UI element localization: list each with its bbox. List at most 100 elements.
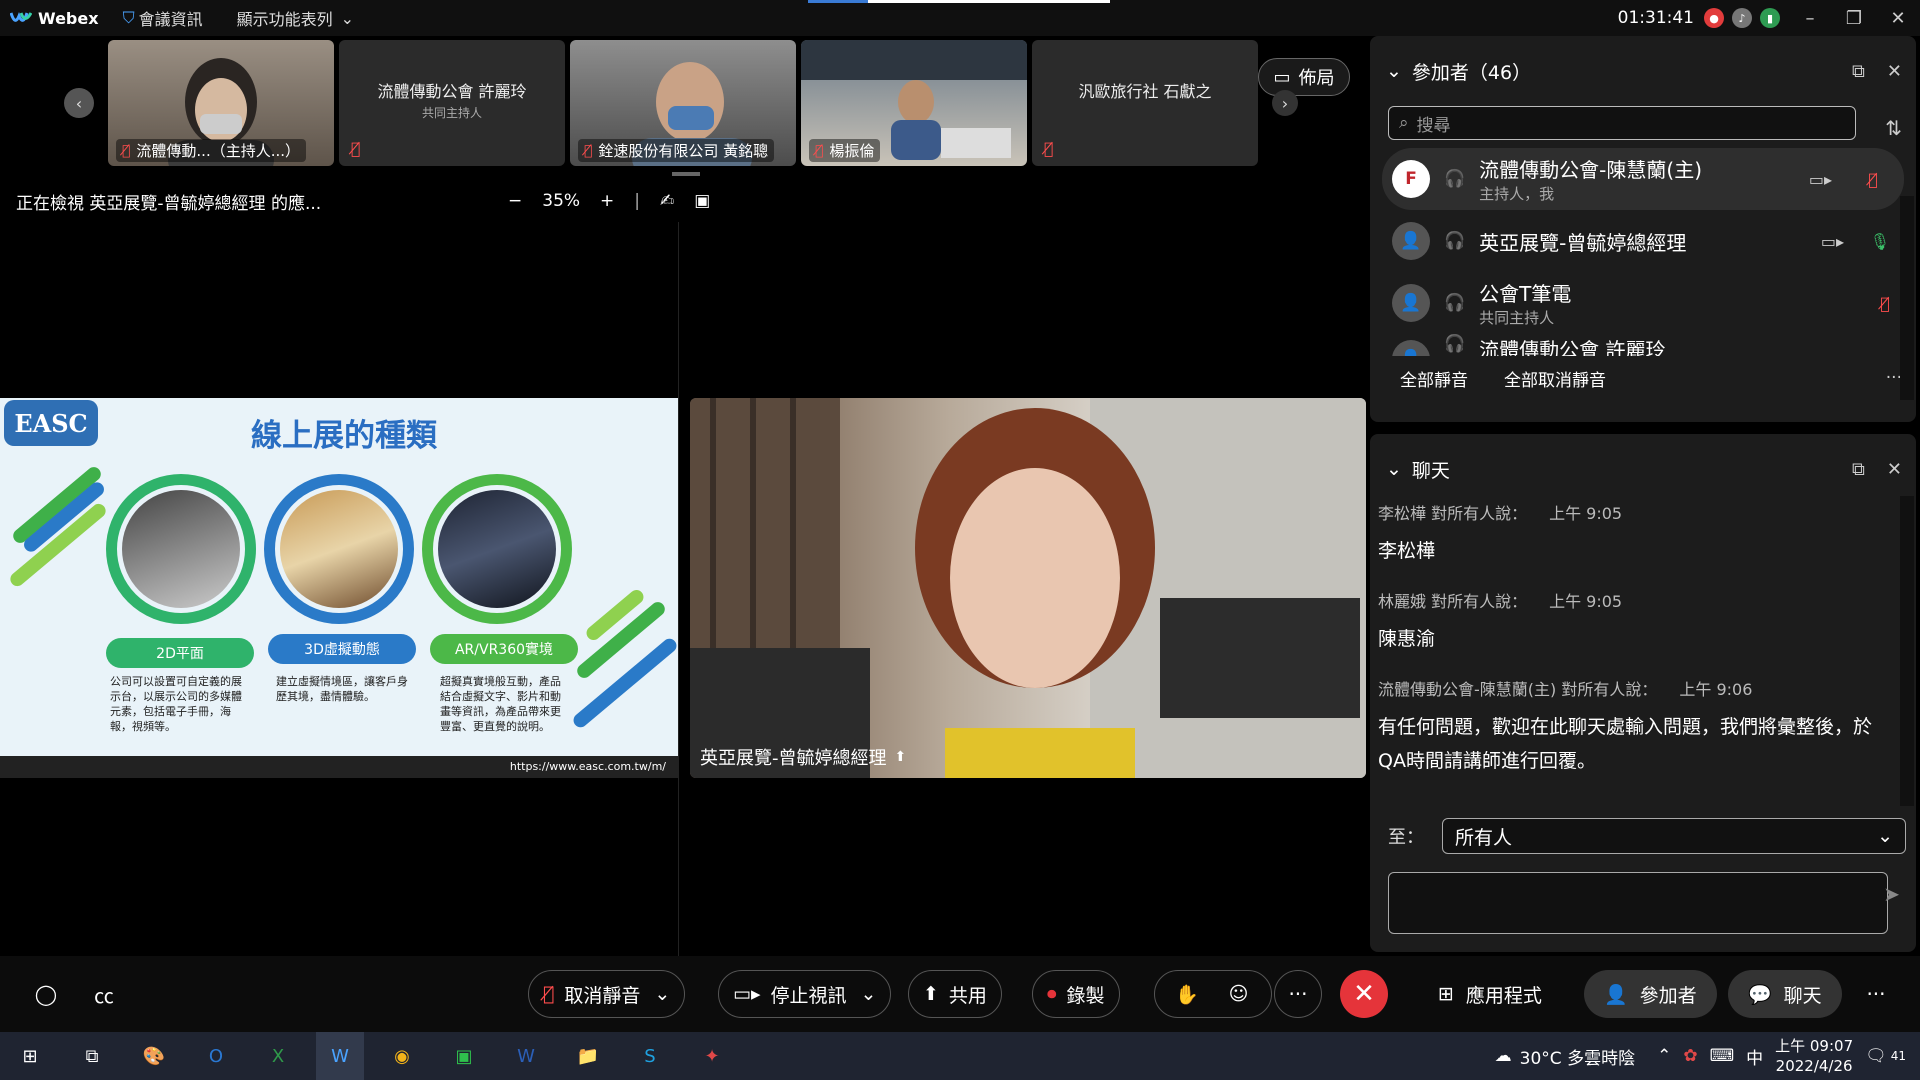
tray-chevron-icon[interactable]: ⌃ bbox=[1657, 1046, 1671, 1066]
reactions-group: ✋ ☺ bbox=[1154, 970, 1272, 1018]
chat-button[interactable]: 💬 聊天 bbox=[1728, 970, 1842, 1018]
zoom-in-button[interactable]: + bbox=[600, 191, 614, 211]
apps-button[interactable]: ⊞ 應用程式 bbox=[1418, 970, 1562, 1018]
ime-indicator[interactable]: 中 bbox=[1746, 1044, 1763, 1069]
close-panel-icon[interactable]: ✕ bbox=[1887, 61, 1902, 82]
person-icon: 👤 bbox=[1604, 983, 1628, 1006]
type-desc-2d: 公司可以設置可自定義的展示台，以展示公司的多媒體元素，包括電子手冊，海報，視頻等… bbox=[110, 675, 242, 733]
line-app-icon[interactable]: ▣ bbox=[440, 1032, 488, 1080]
unmute-all-button[interactable]: 全部取消靜音 bbox=[1504, 366, 1606, 391]
pinned-app-icon[interactable]: ✦ bbox=[688, 1032, 736, 1080]
raise-hand-icon[interactable]: ✋ bbox=[1175, 983, 1199, 1006]
webex-app-icon[interactable]: W bbox=[316, 1032, 364, 1080]
strip-next-button[interactable]: › bbox=[1272, 90, 1298, 116]
participant-row[interactable]: 👤 🎧 流體傳動公會 許麗玲 bbox=[1370, 334, 1916, 356]
chevron-right-icon: › bbox=[1281, 93, 1289, 113]
mute-all-button[interactable]: 全部靜音 bbox=[1400, 366, 1468, 391]
stop-video-button[interactable]: ▭▸ 停止視訊 ⌄ bbox=[718, 970, 892, 1018]
chrome-app-icon[interactable]: ◉ bbox=[378, 1032, 426, 1080]
video-tile-participant[interactable]: 🎙̸ 銓速股份有限公司 黃銘聰 bbox=[570, 40, 796, 166]
mic-muted-icon[interactable]: 🎙̸ bbox=[1868, 170, 1878, 189]
chat-scrollbar[interactable] bbox=[1900, 496, 1914, 806]
captions-icon[interactable]: ㏄ bbox=[80, 970, 128, 1018]
mic-muted-icon[interactable]: 🎙̸ bbox=[1880, 294, 1890, 313]
participant-row[interactable]: 👤 🎧 英亞展覽-曾毓婷總經理 ▭▸ 🎙 bbox=[1370, 210, 1916, 272]
chat-message: 林麗娥 對所有人說： 上午 9:05 陳惠渝 bbox=[1378, 588, 1916, 656]
deco-stripe bbox=[570, 635, 678, 731]
video-tile-participant[interactable]: 🎙̸ 楊振倫 bbox=[801, 40, 1027, 166]
video-icon[interactable]: ▭▸ bbox=[1809, 170, 1832, 189]
unmute-button[interactable]: 🎙̸ 取消靜音 ⌄ bbox=[528, 970, 686, 1018]
skype-app-icon[interactable]: S bbox=[626, 1032, 674, 1080]
participant-row[interactable]: 👤 🎧 公會T筆電 共同主持人 🎙̸ bbox=[1370, 272, 1916, 334]
recipient-select[interactable]: 所有人 ⌄ bbox=[1442, 818, 1906, 854]
participants-label: 參加者 bbox=[1639, 984, 1697, 1007]
share-button[interactable]: ⬆ 共用 bbox=[908, 970, 1002, 1018]
word-app-icon[interactable]: W bbox=[502, 1032, 550, 1080]
message-body: 陳惠渝 bbox=[1378, 628, 1436, 650]
windows-start-icon[interactable]: ⊞ bbox=[6, 1032, 54, 1080]
close-window-icon[interactable]: ✕ bbox=[1876, 0, 1920, 36]
task-view-icon[interactable]: ⧉ bbox=[68, 1032, 116, 1080]
message-sender: 李松樺 對所有人說： bbox=[1378, 504, 1528, 523]
video-tile-cohost[interactable]: 流體傳動公會 許麗玲 共同主持人 🎙̸ bbox=[339, 40, 565, 166]
share-view-bar: 正在檢視 英亞展覽-曾毓婷總經理 的應... − 35% + | ✍ ▣ bbox=[0, 180, 710, 222]
sort-icon[interactable]: ⇅ bbox=[1885, 116, 1902, 140]
participant-list: F 🎧 流體傳動公會-陳慧蘭(主) 主持人，我 ▭▸ 🎙̸ 👤 🎧 英亞展覽-曾毓… bbox=[1370, 148, 1916, 356]
weather-text[interactable]: 30°C 多雲時陰 bbox=[1520, 1044, 1635, 1069]
send-icon[interactable]: ➤ bbox=[1883, 882, 1900, 906]
record-button[interactable]: ⏺ 錄製 bbox=[1032, 970, 1120, 1018]
tile-name: 汎歐旅行社 石獻之 bbox=[1078, 82, 1212, 101]
show-menu-button[interactable]: 顯示功能表列 ⌄ bbox=[237, 6, 354, 30]
speaker-video-frame bbox=[690, 398, 1366, 778]
paint-app-icon[interactable]: 🎨 bbox=[130, 1032, 178, 1080]
layout-button[interactable]: ▭ 佈局 bbox=[1258, 58, 1350, 96]
chat-input[interactable] bbox=[1388, 872, 1888, 934]
popout-view-icon[interactable]: ▣ bbox=[694, 191, 710, 211]
participant-scrollbar[interactable] bbox=[1900, 196, 1914, 400]
close-panel-icon[interactable]: ✕ bbox=[1887, 459, 1902, 480]
zoom-controls: − 35% + | ✍ ▣ bbox=[498, 180, 720, 222]
signal-strength-icon[interactable]: ▮ bbox=[1760, 8, 1780, 28]
avatar: 👤 bbox=[1392, 284, 1430, 322]
tray-app-icon[interactable]: ✿ bbox=[1683, 1046, 1697, 1066]
record-label: 錄製 bbox=[1066, 984, 1105, 1007]
mic-on-icon[interactable]: 🎙 bbox=[1870, 232, 1890, 251]
leave-meeting-button[interactable]: ✕ bbox=[1340, 970, 1388, 1018]
participant-row[interactable]: F 🎧 流體傳動公會-陳慧蘭(主) 主持人，我 ▭▸ 🎙̸ bbox=[1382, 148, 1904, 210]
reactions-icon[interactable]: ☺ bbox=[1229, 983, 1249, 1005]
video-tile-host[interactable]: 🎙̸ 流體傳動...（主持人...） bbox=[108, 40, 334, 166]
search-icon: ⌕ bbox=[1399, 113, 1409, 133]
participant-search-input[interactable]: ⌕ 搜尋 bbox=[1388, 106, 1856, 140]
assistant-icon[interactable]: ◯ bbox=[22, 970, 70, 1018]
restore-icon[interactable]: ❐ bbox=[1832, 0, 1876, 36]
booth-vr-image bbox=[422, 474, 572, 624]
annotate-icon[interactable]: ✍ bbox=[660, 191, 674, 211]
file-explorer-icon[interactable]: 📁 bbox=[564, 1032, 612, 1080]
system-clock[interactable]: 上午 09:07 2022/4/26 bbox=[1775, 1036, 1853, 1076]
minimize-icon[interactable]: – bbox=[1788, 0, 1832, 36]
keyboard-icon[interactable]: ⌨ bbox=[1710, 1046, 1735, 1066]
participants-button[interactable]: 👤 參加者 bbox=[1584, 970, 1717, 1018]
collapse-icon[interactable]: ⌄ bbox=[1386, 458, 1402, 480]
deco-stripe bbox=[10, 464, 104, 546]
more-icon[interactable]: ··· bbox=[1852, 970, 1900, 1018]
notification-icon[interactable]: 🗨 bbox=[1865, 1046, 1887, 1066]
mic-muted-icon: 🎙̸ bbox=[815, 142, 824, 159]
outlook-app-icon[interactable]: O bbox=[192, 1032, 240, 1080]
popout-icon[interactable]: ⧉ bbox=[1852, 459, 1865, 480]
resize-handle[interactable] bbox=[672, 172, 700, 176]
avatar: F bbox=[1392, 160, 1430, 198]
popout-icon[interactable]: ⧉ bbox=[1852, 61, 1865, 82]
more-options-icon[interactable]: ··· bbox=[1274, 970, 1322, 1018]
notification-count: 41 bbox=[1890, 1049, 1906, 1063]
excel-app-icon[interactable]: X bbox=[254, 1032, 302, 1080]
video-tile-participant[interactable]: 汎歐旅行社 石獻之 🎙̸ bbox=[1032, 40, 1258, 166]
zoom-out-button[interactable]: − bbox=[508, 191, 522, 211]
meeting-info-button[interactable]: ⛉ 會議資訊 bbox=[123, 6, 203, 30]
collapse-icon[interactable]: ⌄ bbox=[1386, 60, 1402, 82]
headset-icon: 🎧 bbox=[1444, 293, 1466, 313]
strip-prev-button[interactable]: ‹ bbox=[64, 88, 94, 118]
video-icon[interactable]: ▭▸ bbox=[1821, 232, 1844, 251]
slide-footer-url: https://www.easc.com.tw/m/ bbox=[0, 756, 678, 778]
